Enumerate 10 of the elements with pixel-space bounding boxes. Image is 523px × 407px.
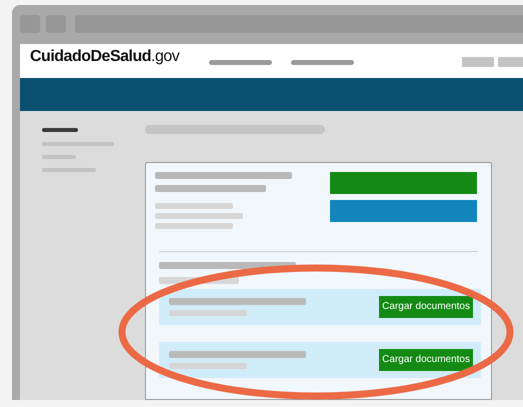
action-button[interactable] (330, 172, 477, 194)
site-logo[interactable]: CuidadoDeSalud.gov (30, 47, 180, 67)
upload-documents-button[interactable]: Cargar documentos (379, 296, 473, 318)
header-link-placeholder[interactable] (498, 57, 523, 67)
text-placeholder (291, 60, 354, 65)
upload-documents-button[interactable]: Cargar documentos (379, 349, 473, 371)
header-link-placeholder[interactable] (462, 57, 494, 67)
action-button[interactable] (330, 200, 477, 222)
text-placeholder (42, 128, 78, 132)
text-placeholder (209, 60, 272, 65)
